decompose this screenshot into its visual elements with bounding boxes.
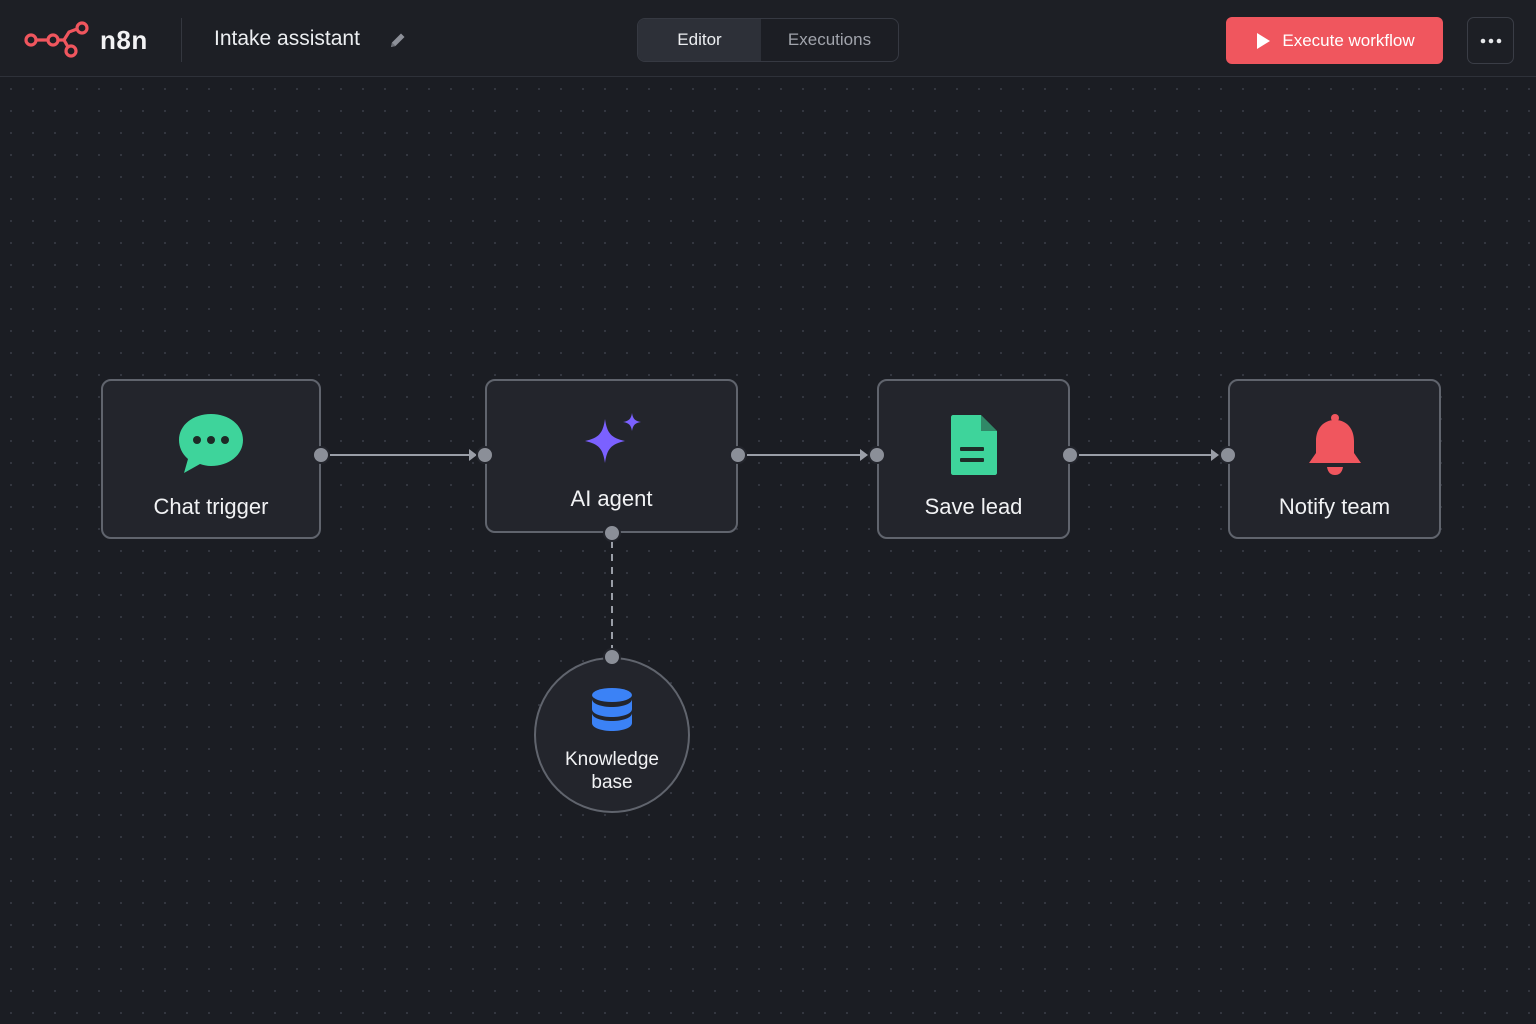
top-bar: n8n Intake assistant Editor Executions E…: [0, 0, 1536, 77]
arrow-head: [1211, 449, 1219, 461]
pencil-icon[interactable]: [388, 30, 408, 55]
handle-save-lead-input[interactable]: [868, 446, 886, 464]
node-ai-agent[interactable]: AI agent: [485, 379, 738, 533]
handle-knowledge-base-top[interactable]: [603, 648, 621, 666]
node-label-line-1: Knowledge: [564, 749, 660, 770]
chat-bubble-icon: [176, 411, 246, 482]
execute-workflow-label: Execute workflow: [1282, 30, 1415, 50]
document-icon: [949, 413, 999, 482]
more-options-button[interactable]: [1467, 17, 1514, 64]
app-name: n8n: [100, 24, 148, 55]
tab-editor[interactable]: Editor: [638, 19, 761, 61]
handle-ai-agent-tool[interactable]: [603, 524, 621, 542]
connections-layer: [330, 449, 1219, 649]
play-icon: [1257, 32, 1271, 49]
node-notify-team[interactable]: Notify team: [1228, 379, 1441, 539]
node-label: Save lead: [924, 494, 1023, 519]
workflow-name[interactable]: Intake assistant: [214, 27, 360, 51]
app-logo[interactable]: n8n: [24, 20, 148, 60]
node-save-lead[interactable]: Save lead: [877, 379, 1070, 539]
handle-notify-team-input[interactable]: [1219, 446, 1237, 464]
node-label: Notify team: [1278, 494, 1391, 519]
sparkle-icon: [578, 411, 646, 476]
node-label: Chat trigger: [153, 494, 269, 519]
workflow-canvas[interactable]: Chat trigger AI agent Save lead Notify t…: [0, 78, 1536, 1024]
arrow-head: [860, 449, 868, 461]
ellipsis-icon: [1480, 38, 1501, 43]
n8n-logo-icon: [24, 21, 89, 58]
handle-ai-agent-output[interactable]: [729, 446, 747, 464]
node-label: AI agent: [570, 486, 653, 511]
bell-icon: [1306, 413, 1364, 482]
node-chat-trigger[interactable]: Chat trigger: [101, 379, 321, 539]
handle-chat-trigger-output[interactable]: [312, 446, 330, 464]
handle-ai-agent-input[interactable]: [476, 446, 494, 464]
node-label-line-2: base: [591, 772, 633, 793]
tab-executions[interactable]: Executions: [761, 19, 898, 61]
database-icon: [590, 687, 634, 742]
view-tabs: Editor Executions: [637, 18, 899, 62]
execute-workflow-button[interactable]: Execute workflow: [1226, 17, 1443, 64]
node-knowledge-base[interactable]: Knowledge base: [534, 657, 690, 813]
divider: [181, 18, 182, 62]
handle-save-lead-output[interactable]: [1061, 446, 1079, 464]
